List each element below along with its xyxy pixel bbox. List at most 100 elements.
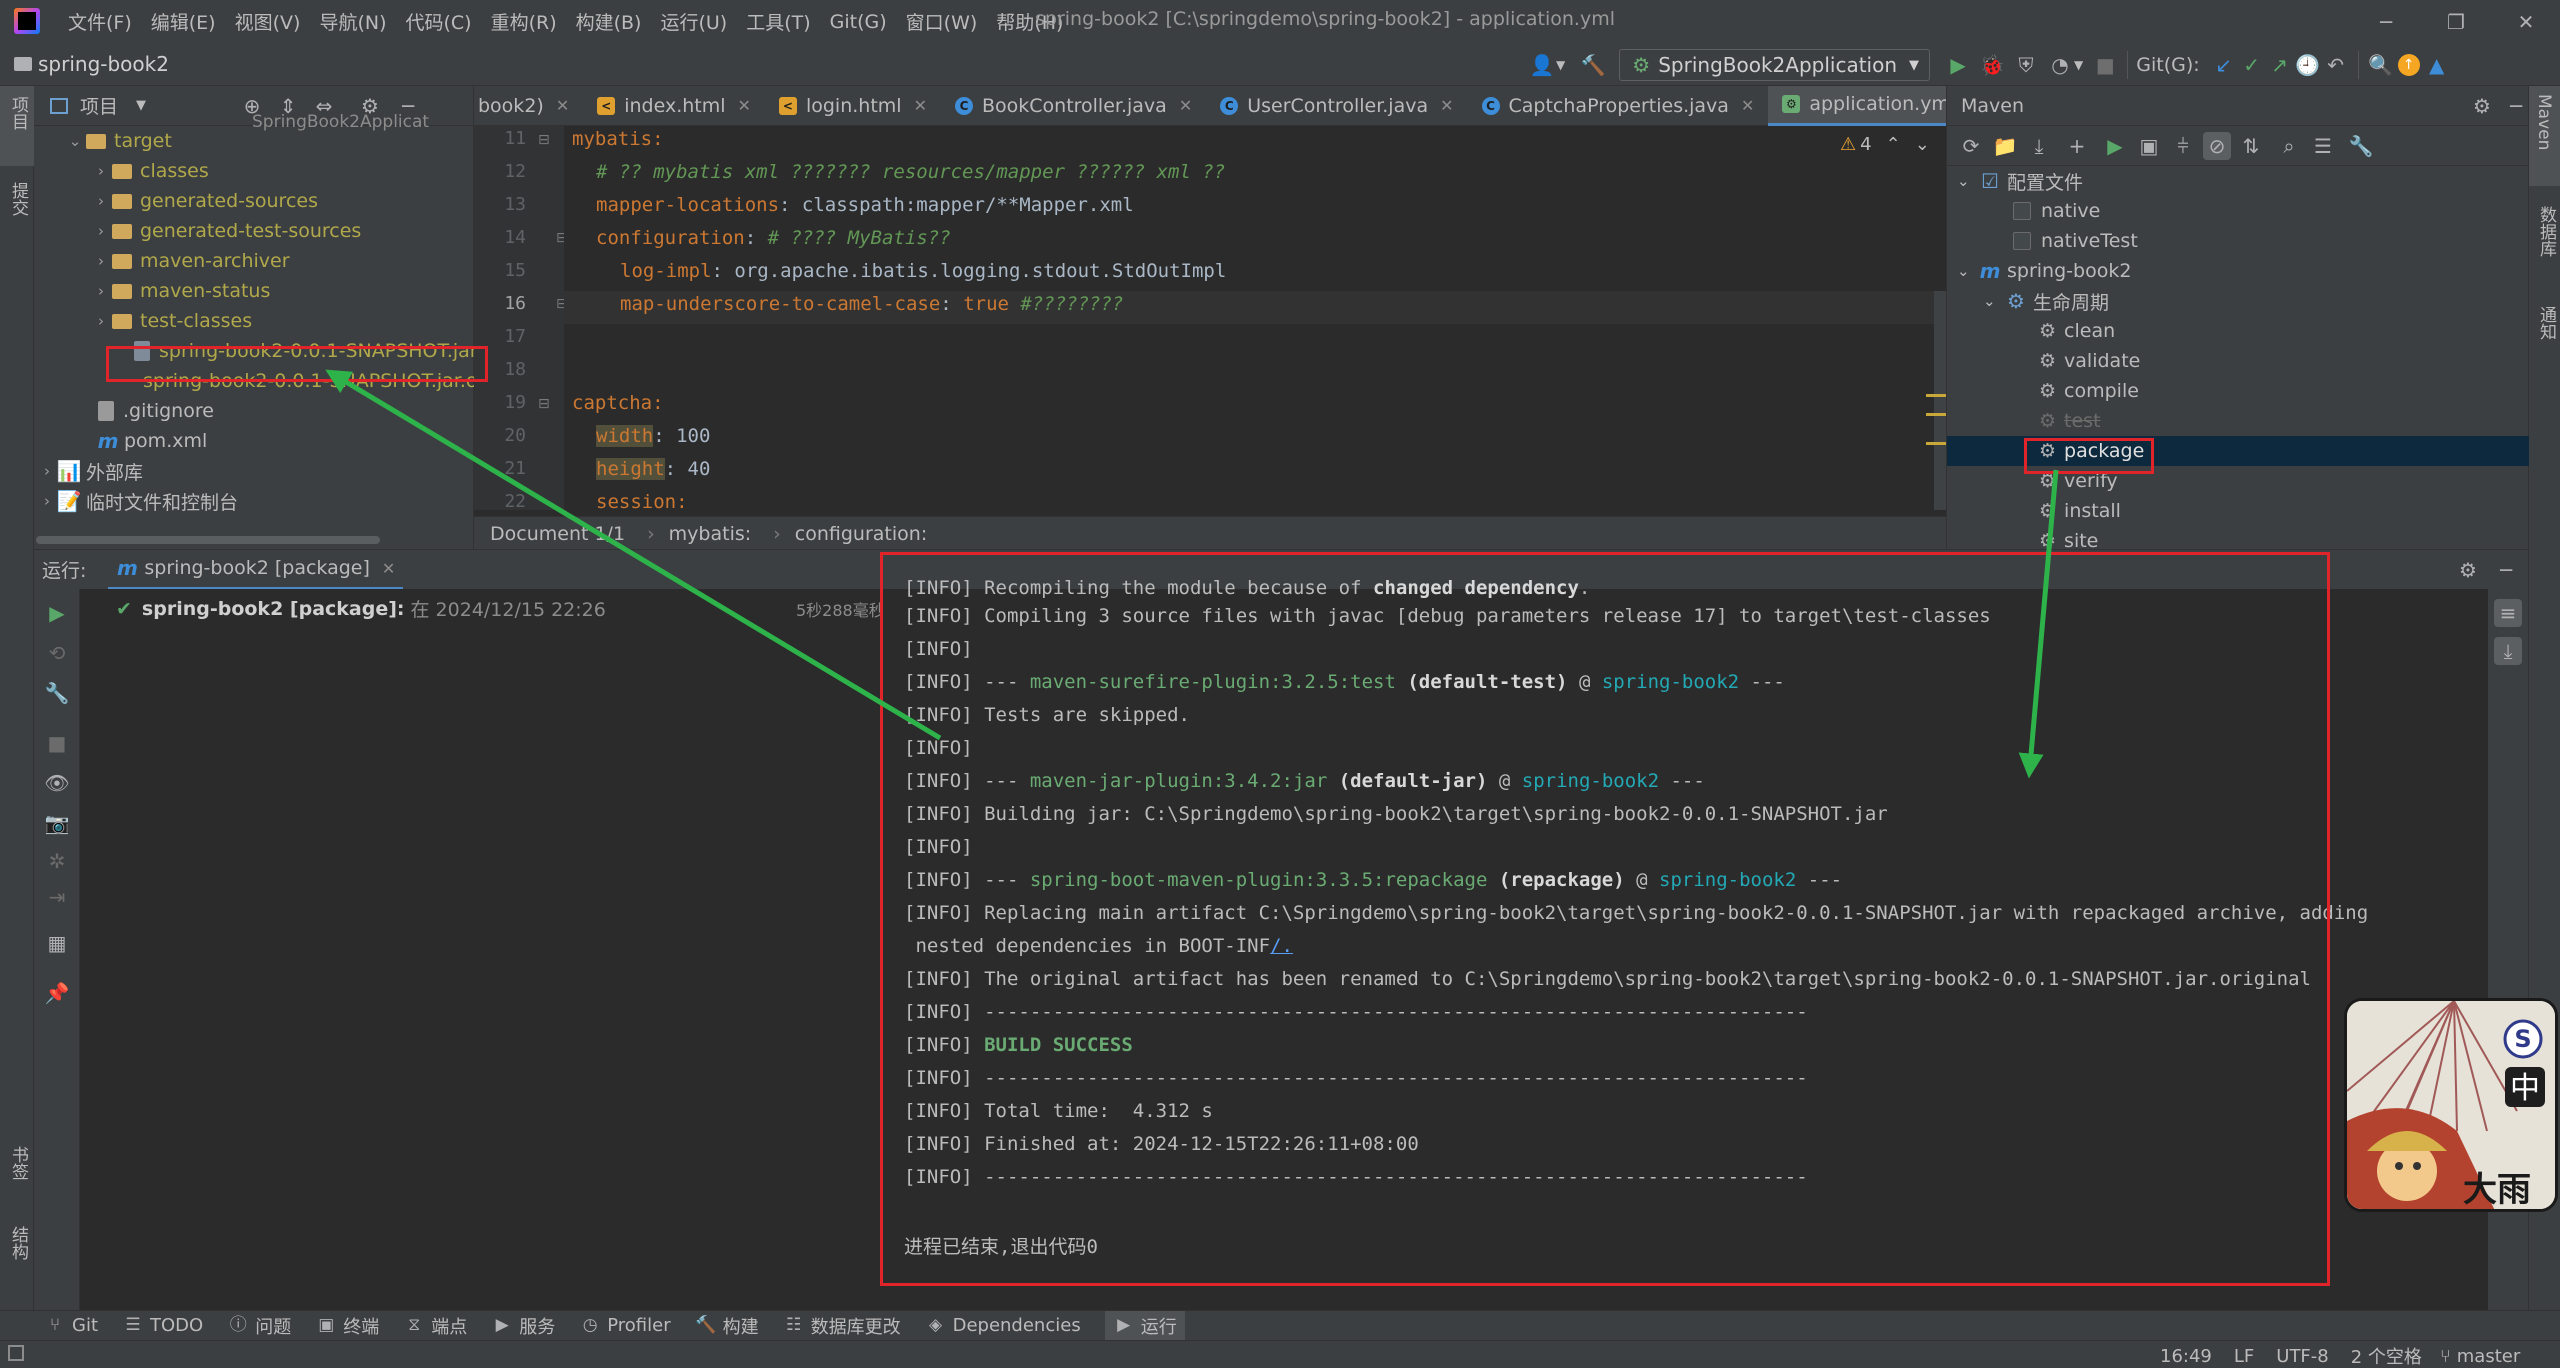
- close-icon[interactable]: ✕: [2512, 8, 2540, 36]
- tab-book2[interactable]: book2) ✕: [474, 86, 583, 126]
- pin-icon[interactable]: 📌: [43, 979, 71, 1007]
- code-editor[interactable]: mybatis: # ?? mybatis xml ??????? resour…: [564, 126, 1946, 510]
- editor-scrollbar[interactable]: [1934, 291, 1946, 510]
- eye-icon[interactable]: 👁: [43, 769, 71, 797]
- menu-refactor[interactable]: 重构(R): [491, 8, 557, 35]
- database-tool-tab[interactable]: 数据库: [2534, 206, 2559, 257]
- hammer-icon[interactable]: 🔨: [1579, 51, 1607, 79]
- maven-lifecycle-node[interactable]: ⌄ ⚙ 生命周期: [1983, 286, 2109, 316]
- wrench-icon[interactable]: 🔧: [43, 679, 71, 707]
- menu-window[interactable]: 窗口(W): [906, 8, 978, 35]
- rerun-icon[interactable]: ▶: [43, 599, 71, 627]
- horizontal-scrollbar[interactable]: [36, 536, 380, 544]
- scroll-end-icon[interactable]: ⤓: [2494, 637, 2522, 665]
- maven-goal-site[interactable]: ⚙ site: [2039, 526, 2098, 549]
- project-tool-tab[interactable]: 项目: [6, 96, 31, 130]
- run-config-icon[interactable]: ▣: [2135, 132, 2163, 160]
- commit-tool-tab[interactable]: 提交: [6, 182, 31, 216]
- git-update-icon[interactable]: ↙: [2210, 51, 2238, 79]
- tree-item-test-classes[interactable]: › test-classes: [90, 306, 252, 336]
- maven-profile-native-test[interactable]: nativeTest: [2013, 226, 2138, 256]
- run-icon[interactable]: ▶: [1944, 51, 1972, 79]
- tree-item-gitignore[interactable]: .gitignore: [98, 396, 214, 426]
- menu-run[interactable]: 运行(U): [660, 8, 727, 35]
- run-configuration-select[interactable]: ⚙ SpringBook2Application ▼: [1619, 49, 1931, 81]
- maven-goal-clean[interactable]: ⚙ clean: [2039, 316, 2115, 346]
- maven-goal-validate[interactable]: ⚙ validate: [2039, 346, 2140, 376]
- notifications-tool-tab[interactable]: 通知: [2534, 306, 2559, 340]
- maven-project-node[interactable]: ⌄ m spring-book2: [1957, 256, 2131, 286]
- analyze-icon[interactable]: ⌕: [2275, 132, 2303, 160]
- git-branch[interactable]: master: [2457, 1346, 2520, 1367]
- jetbrains-icon[interactable]: ▲: [2423, 51, 2451, 79]
- fold-marker[interactable]: ⊟: [538, 396, 550, 412]
- bottom-tab-profiler[interactable]: ◷ Profiler: [579, 1315, 671, 1337]
- line-separator[interactable]: LF: [2234, 1346, 2254, 1367]
- maven-tool-tab[interactable]: Maven: [2534, 94, 2554, 150]
- wrench-icon[interactable]: 🔧: [2347, 132, 2375, 160]
- soft-wrap-icon[interactable]: ≡: [2494, 599, 2522, 627]
- profile-icon[interactable]: ◔: [2046, 51, 2074, 79]
- tab-book-controller[interactable]: C BookController.java ✕: [941, 86, 1206, 126]
- run-entry[interactable]: ✔ spring-book2 [package]: 在 2024/12/15 2…: [116, 595, 606, 622]
- tree-item-target[interactable]: ⌄ target: [64, 126, 172, 156]
- maven-goal-test[interactable]: ⚙ test: [2039, 406, 2101, 436]
- camera-icon[interactable]: 📷: [43, 809, 71, 837]
- prev-highlight-icon[interactable]: ⌃: [1886, 134, 1901, 155]
- stop-icon[interactable]: ■: [43, 729, 71, 757]
- bottom-tab-endpoints[interactable]: ⧖ 端点: [403, 1313, 467, 1339]
- tab-login-html[interactable]: < login.html ✕: [765, 86, 941, 126]
- debug-icon[interactable]: ✲: [43, 847, 71, 875]
- tree-item-maven-archiver[interactable]: › maven-archiver: [90, 246, 290, 276]
- debug-icon[interactable]: 🐞: [1978, 51, 2006, 79]
- show-deps-icon[interactable]: ☰: [2309, 132, 2337, 160]
- menu-navigate[interactable]: 导航(N): [319, 8, 386, 35]
- tab-index-html[interactable]: < index.html ✕: [583, 86, 765, 126]
- profile-checkbox[interactable]: [2013, 202, 2031, 220]
- menu-edit[interactable]: 编辑(E): [151, 8, 216, 35]
- tree-item-maven-status[interactable]: › maven-status: [90, 276, 270, 306]
- search-icon[interactable]: 🔍: [2367, 51, 2395, 79]
- reload-icon[interactable]: ⟳: [1957, 132, 1985, 160]
- bottom-tab-run[interactable]: ▶ 运行: [1104, 1310, 1185, 1341]
- settings-icon[interactable]: ⚙: [2454, 556, 2482, 584]
- profile-checkbox[interactable]: [2013, 232, 2031, 250]
- tree-item-generated-sources[interactable]: › generated-sources: [90, 186, 318, 216]
- bottom-tab-dependencies[interactable]: ◈ Dependencies: [925, 1315, 1081, 1337]
- maven-goal-install[interactable]: ⚙ install: [2039, 496, 2121, 526]
- generate-sources-icon[interactable]: 📁: [1991, 132, 2019, 160]
- git-commit-icon[interactable]: ✓: [2238, 51, 2266, 79]
- breadcrumb-configuration[interactable]: configuration:: [795, 523, 927, 545]
- hide-icon[interactable]: ─: [2492, 556, 2520, 584]
- layout-icon[interactable]: ▦: [43, 929, 71, 957]
- next-highlight-icon[interactable]: ⌄: [1915, 134, 1930, 155]
- breadcrumb-mybatis[interactable]: mybatis:: [669, 523, 752, 545]
- history-icon[interactable]: 🕘: [2294, 51, 2322, 79]
- breadcrumb-document[interactable]: Document 1/1: [490, 523, 625, 545]
- rerun-failed-icon[interactable]: ⟲: [43, 639, 71, 667]
- download-icon[interactable]: ⤓: [2025, 132, 2053, 160]
- user-icon[interactable]: 👤: [1528, 51, 1556, 79]
- warning-count[interactable]: 4: [1860, 134, 1871, 155]
- exit-icon[interactable]: ⇥: [43, 883, 71, 911]
- bottom-tab-terminal[interactable]: ▣ 终端: [315, 1313, 379, 1339]
- caret-position[interactable]: 16:49: [2160, 1346, 2212, 1367]
- bottom-tab-todo[interactable]: ☰ TODO: [122, 1315, 203, 1337]
- hide-icon[interactable]: ─: [2504, 92, 2528, 120]
- tree-item-classes[interactable]: › classes: [90, 156, 209, 186]
- git-push-icon[interactable]: ↗: [2266, 51, 2294, 79]
- bottom-tab-problems[interactable]: ⓘ 问题: [227, 1313, 292, 1339]
- avatar[interactable]: S 中 大雨: [2344, 998, 2558, 1212]
- indent-setting[interactable]: 2 个空格: [2351, 1343, 2422, 1368]
- settings-icon[interactable]: ⚙: [2470, 92, 2494, 120]
- tree-item-external-libraries[interactable]: › 📊 外部库: [36, 456, 143, 486]
- structure-tool-tab[interactable]: 结构: [6, 1226, 31, 1260]
- status-toggle-icon[interactable]: [8, 1345, 24, 1361]
- run-goal-icon[interactable]: ▶: [2101, 132, 2129, 160]
- close-icon[interactable]: ✕: [382, 559, 395, 578]
- maven-profiles-node[interactable]: ⌄ ☑ 配置文件: [1957, 166, 2083, 196]
- menu-view[interactable]: 视图(V): [235, 8, 301, 35]
- bottom-tab-build[interactable]: 🔨 构建: [695, 1313, 759, 1339]
- coverage-icon[interactable]: ⛨: [2012, 51, 2040, 79]
- menu-code[interactable]: 代码(C): [405, 8, 471, 35]
